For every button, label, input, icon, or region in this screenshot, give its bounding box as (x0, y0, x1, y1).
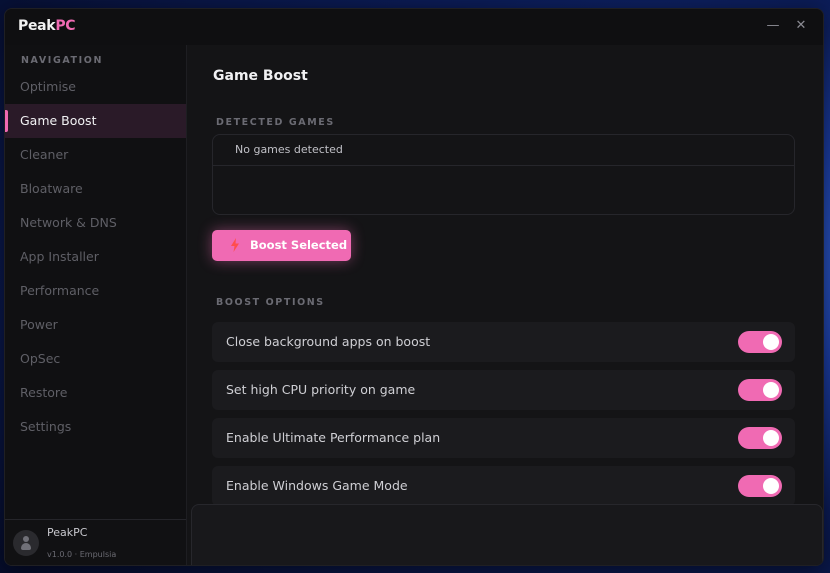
option-label: Enable Ultimate Performance plan (226, 430, 441, 445)
nav-heading: NAVIGATION (21, 55, 103, 66)
user-name: PeakPC (47, 526, 88, 539)
bottom-panel (191, 504, 823, 565)
ultimate-performance-toggle[interactable] (738, 427, 782, 449)
high-cpu-priority-toggle[interactable] (738, 379, 782, 401)
boost-selected-button[interactable]: Boost Selected (212, 230, 351, 261)
boost-selected-label: Boost Selected (250, 238, 348, 252)
page-title: Game Boost (213, 68, 308, 84)
user-avatar-icon[interactable] (13, 530, 39, 556)
close-background-apps-toggle[interactable] (738, 331, 782, 353)
close-button[interactable]: ✕ (793, 18, 809, 34)
option-row: Close background apps on boost (212, 322, 795, 362)
sidebar-item-app-installer[interactable]: App Installer (5, 240, 186, 274)
boost-options-label: BOOST OPTIONS (216, 297, 325, 308)
sidebar: NAVIGATION Optimise Game Boost Cleaner B… (5, 45, 187, 565)
sidebar-item-opsec[interactable]: OpSec (5, 342, 186, 376)
windows-game-mode-toggle[interactable] (738, 475, 782, 497)
sidebar-item-cleaner[interactable]: Cleaner (5, 138, 186, 172)
sidebar-item-performance[interactable]: Performance (5, 274, 186, 308)
option-label: Close background apps on boost (226, 334, 431, 349)
option-row: Enable Windows Game Mode (212, 466, 795, 506)
option-label: Enable Windows Game Mode (226, 478, 408, 493)
nav-list: Optimise Game Boost Cleaner Bloatware Ne… (5, 70, 186, 444)
logo-pc: PC (55, 18, 76, 34)
app-window: PeakPC — ✕ NAVIGATION Optimise Game Boos… (4, 8, 824, 566)
lightning-bolt-icon (231, 238, 239, 252)
detected-games-label: DETECTED GAMES (216, 117, 335, 128)
sidebar-item-optimise[interactable]: Optimise (5, 70, 186, 104)
option-row: Enable Ultimate Performance plan (212, 418, 795, 458)
games-empty-message: No games detected (213, 135, 794, 166)
sidebar-item-settings[interactable]: Settings (5, 410, 186, 444)
app-logo: PeakPC (18, 18, 76, 34)
option-label: Set high CPU priority on game (226, 382, 416, 397)
main-content: Game Boost DETECTED GAMES No games detec… (188, 45, 823, 565)
title-bar: PeakPC — ✕ (5, 9, 823, 45)
sidebar-item-network-dns[interactable]: Network & DNS (5, 206, 186, 240)
sidebar-item-bloatware[interactable]: Bloatware (5, 172, 186, 206)
logo-peak: Peak (18, 18, 56, 34)
sidebar-footer: PeakPC v1.0.0 · Empulsia (5, 519, 186, 565)
sidebar-item-restore[interactable]: Restore (5, 376, 186, 410)
minimize-button[interactable]: — (765, 18, 781, 34)
detected-games-list[interactable]: No games detected (212, 134, 795, 215)
option-row: Set high CPU priority on game (212, 370, 795, 410)
sidebar-item-game-boost[interactable]: Game Boost (5, 104, 186, 138)
version-info: v1.0.0 · Empulsia (47, 550, 117, 559)
sidebar-item-power[interactable]: Power (5, 308, 186, 342)
